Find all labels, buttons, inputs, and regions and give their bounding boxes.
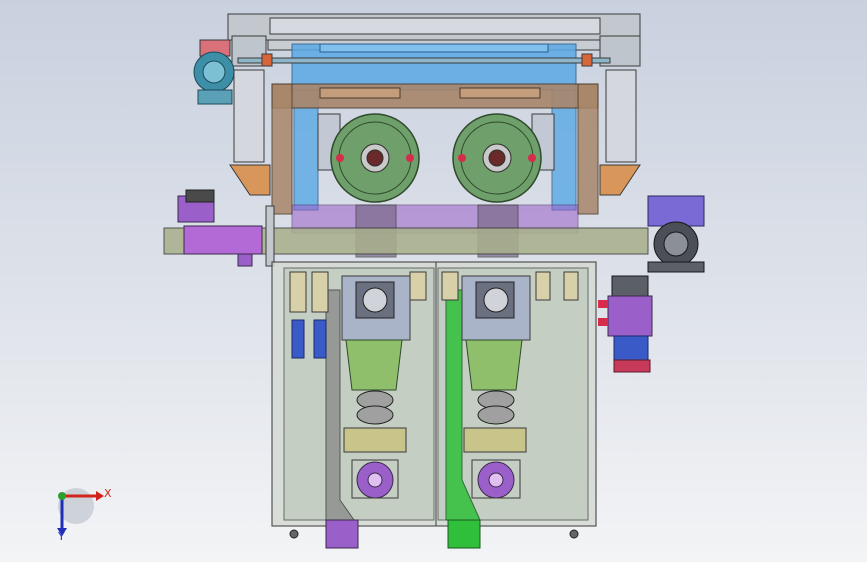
outlet-right: [447, 519, 481, 549]
wheel-left: [317, 113, 420, 203]
orange-bracket-left: [229, 164, 271, 196]
left-actuator: [177, 189, 263, 267]
right-motor: [647, 195, 705, 273]
y-axis-label: Y: [58, 530, 65, 543]
shaft-rod: [237, 57, 611, 64]
orange-bracket-right: [599, 164, 641, 196]
cad-viewport[interactable]: X Y: [0, 0, 867, 562]
coordinate-triad: [57, 488, 104, 536]
rail-post: [265, 205, 275, 267]
right-gear-motor: [598, 275, 653, 373]
machine-drawing-front-view: [57, 13, 705, 549]
left-top-motor: [193, 39, 235, 105]
outlet-left: [325, 519, 359, 549]
coupling-right: [581, 53, 593, 67]
x-axis-label: X: [104, 487, 112, 500]
coupling-left: [261, 53, 273, 67]
wheel-right: [452, 113, 555, 203]
